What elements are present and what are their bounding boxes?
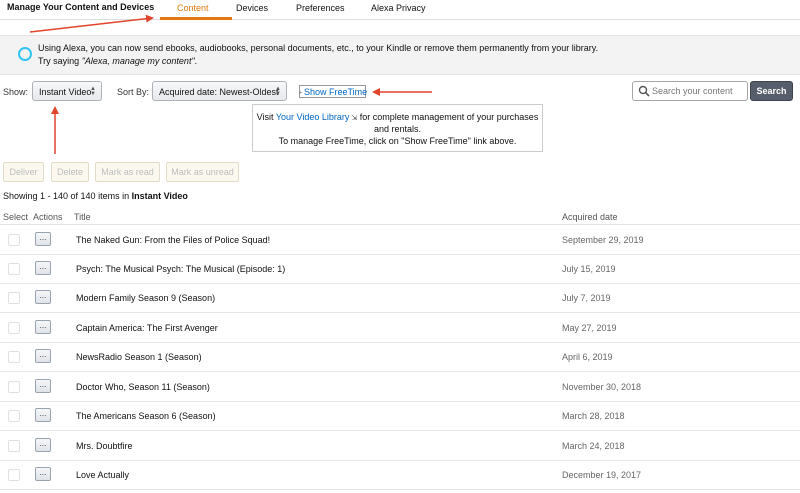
select-arrows-icon: ▲ ▼: [275, 86, 281, 97]
row-actions-button[interactable]: ...: [35, 290, 51, 304]
row-actions-button[interactable]: ...: [35, 232, 51, 246]
row-checkbox[interactable]: [8, 322, 20, 334]
row-date: September 29, 2019: [562, 235, 644, 245]
col-actions: Actions: [33, 212, 63, 222]
row-date: May 27, 2019: [562, 323, 617, 333]
table-row: ... Psych: The Musical Psych: The Musica…: [0, 254, 800, 284]
row-title: Captain America: The First Avenger: [76, 323, 218, 333]
row-title: Mrs. Doubtfire: [76, 441, 133, 451]
alexa-ring-icon: [18, 47, 32, 61]
row-title: NewsRadio Season 1 (Season): [76, 352, 202, 362]
table-row: ... Mrs. Doubtfire March 24, 2018: [0, 431, 800, 461]
row-date: December 19, 2017: [562, 470, 642, 480]
mark-as-unread-button[interactable]: Mark as unread: [166, 162, 239, 182]
info-box: Visit Your Video Library ⇲ for complete …: [252, 104, 543, 152]
row-checkbox[interactable]: [8, 292, 20, 304]
row-actions-button[interactable]: ...: [35, 261, 51, 275]
row-title: Psych: The Musical Psych: The Musical (E…: [76, 264, 286, 274]
select-arrows-icon: ▲ ▼: [90, 86, 96, 97]
page-title: Manage Your Content and Devices: [7, 2, 155, 12]
row-checkbox[interactable]: [8, 410, 20, 422]
active-tab-indicator: [160, 17, 232, 20]
row-actions-button[interactable]: ...: [35, 349, 51, 363]
mark-as-read-button[interactable]: Mark as read: [95, 162, 160, 182]
row-date: November 30, 2018: [562, 382, 642, 392]
col-title[interactable]: Title: [74, 212, 91, 222]
tab-content[interactable]: Content: [177, 3, 209, 13]
row-actions-button[interactable]: ...: [35, 379, 51, 393]
table-row: ... The Americans Season 6 (Season) Marc…: [0, 401, 800, 431]
alexa-banner: Using Alexa, you can now send ebooks, au…: [0, 35, 800, 75]
alexa-message: Using Alexa, you can now send ebooks, au…: [38, 43, 599, 53]
alexa-hint: Try saying "Alexa, manage my content".: [38, 56, 198, 66]
row-date: March 28, 2018: [562, 411, 625, 421]
triangle-right-icon: ▸: [299, 90, 303, 96]
row-title: Love Actually: [76, 470, 130, 480]
show-freetime-link[interactable]: ▸ Show FreeTime: [299, 85, 367, 98]
row-date: July 7, 2019: [562, 293, 611, 303]
row-date: July 15, 2019: [562, 264, 616, 274]
row-actions-button[interactable]: ...: [35, 408, 51, 422]
arrow-to-content-tab: [29, 14, 154, 33]
top-nav: Manage Your Content and Devices Content …: [0, 0, 800, 20]
row-actions-button[interactable]: ...: [35, 320, 51, 334]
table-row: ... The Naked Gun: From the Files of Pol…: [0, 225, 800, 255]
row-checkbox[interactable]: [8, 351, 20, 363]
sort-label: Sort By:: [117, 87, 150, 97]
col-select: Select: [3, 212, 29, 222]
table-row: ... Love Actually December 19, 2017: [0, 460, 800, 490]
row-checkbox[interactable]: [8, 263, 20, 275]
row-title: The Naked Gun: From the Files of Police …: [76, 235, 271, 245]
table-row: ... NewsRadio Season 1 (Season) April 6,…: [0, 342, 800, 372]
row-date: April 6, 2019: [562, 352, 613, 362]
row-checkbox[interactable]: [8, 381, 20, 393]
row-title: The Americans Season 6 (Season): [76, 411, 216, 421]
show-label: Show:: [3, 87, 29, 97]
row-date: March 24, 2018: [562, 441, 625, 451]
row-checkbox[interactable]: [8, 469, 20, 481]
row-actions-button[interactable]: ...: [35, 467, 51, 481]
deliver-button[interactable]: Deliver: [3, 162, 44, 182]
tab-preferences[interactable]: Preferences: [296, 3, 345, 13]
col-acquired-date[interactable]: Acquired date: [562, 212, 618, 222]
row-title: Modern Family Season 9 (Season): [76, 293, 216, 303]
show-select[interactable]: Instant Video ▲ ▼: [32, 81, 102, 101]
video-library-link[interactable]: Your Video Library: [276, 112, 350, 122]
delete-button[interactable]: Delete: [51, 162, 89, 182]
table-row: ... Modern Family Season 9 (Season) July…: [0, 283, 800, 313]
table-row: ... Doctor Who, Season 11 (Season) Novem…: [0, 372, 800, 402]
sort-select[interactable]: Acquired date: Newest-Oldest ▲ ▼: [152, 81, 287, 101]
row-checkbox[interactable]: [8, 234, 20, 246]
row-checkbox[interactable]: [8, 440, 20, 452]
tab-alexa-privacy[interactable]: Alexa Privacy: [371, 3, 426, 13]
alexa-command: "Alexa, manage my content": [81, 56, 195, 66]
search-icon: [638, 85, 650, 97]
table-row: ... Captain America: The First Avenger M…: [0, 313, 800, 343]
row-title: Doctor Who, Season 11 (Season): [76, 382, 210, 392]
row-actions-button[interactable]: ...: [35, 438, 51, 452]
tab-devices[interactable]: Devices: [236, 3, 268, 13]
items-summary: Showing 1 - 140 of 140 items in Instant …: [3, 191, 188, 201]
search-button[interactable]: Search: [750, 81, 793, 101]
